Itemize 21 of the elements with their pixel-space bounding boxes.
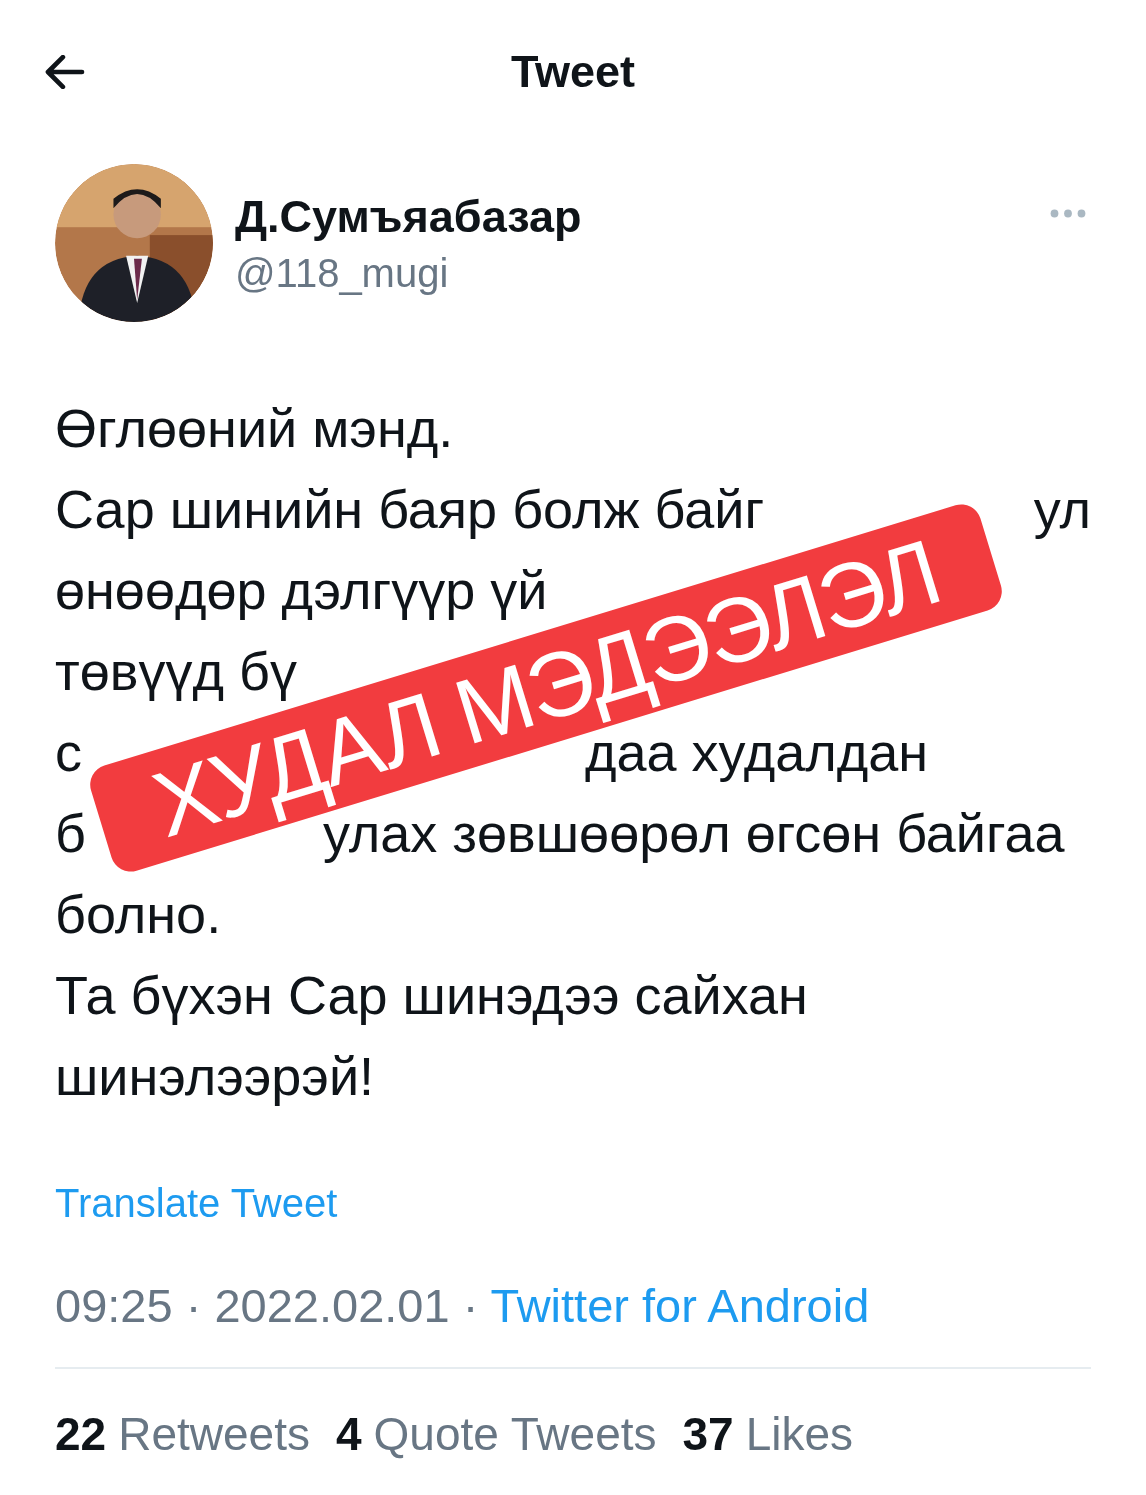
author-name[interactable]: Д.Сумъяабазар: [235, 190, 582, 243]
tweet-text: даа худалдан: [585, 722, 929, 784]
page-title: Tweet: [510, 46, 636, 98]
stat-count: 37: [682, 1408, 734, 1460]
stat-label[interactable]: Retweets: [118, 1408, 310, 1460]
tweet-text: шинэлээрэй!: [55, 1045, 375, 1108]
back-arrow-icon[interactable]: [43, 55, 87, 89]
tweet-timestamp: 09:25 · 2022.02.01 ·: [55, 1279, 480, 1332]
stat-count: 22: [55, 1408, 107, 1460]
tweet-text: б: [55, 802, 86, 865]
tweet-text: ул: [1033, 478, 1091, 541]
tweet-text: с: [55, 721, 82, 784]
tweet-text: болно.: [55, 883, 222, 946]
translate-link[interactable]: Translate Tweet: [55, 1181, 338, 1226]
stat-label[interactable]: Quote Tweets: [373, 1408, 657, 1460]
stat-label[interactable]: Likes: [745, 1408, 854, 1460]
source-link[interactable]: Twitter for Android: [490, 1279, 870, 1332]
author-handle[interactable]: @118_mugi: [235, 250, 582, 296]
tweet-text: Өглөөний мэнд.: [55, 397, 454, 460]
stat-count: 4: [335, 1408, 362, 1460]
tweet-text: Та бүхэн Сар шинэдээ сайхан: [55, 964, 808, 1027]
